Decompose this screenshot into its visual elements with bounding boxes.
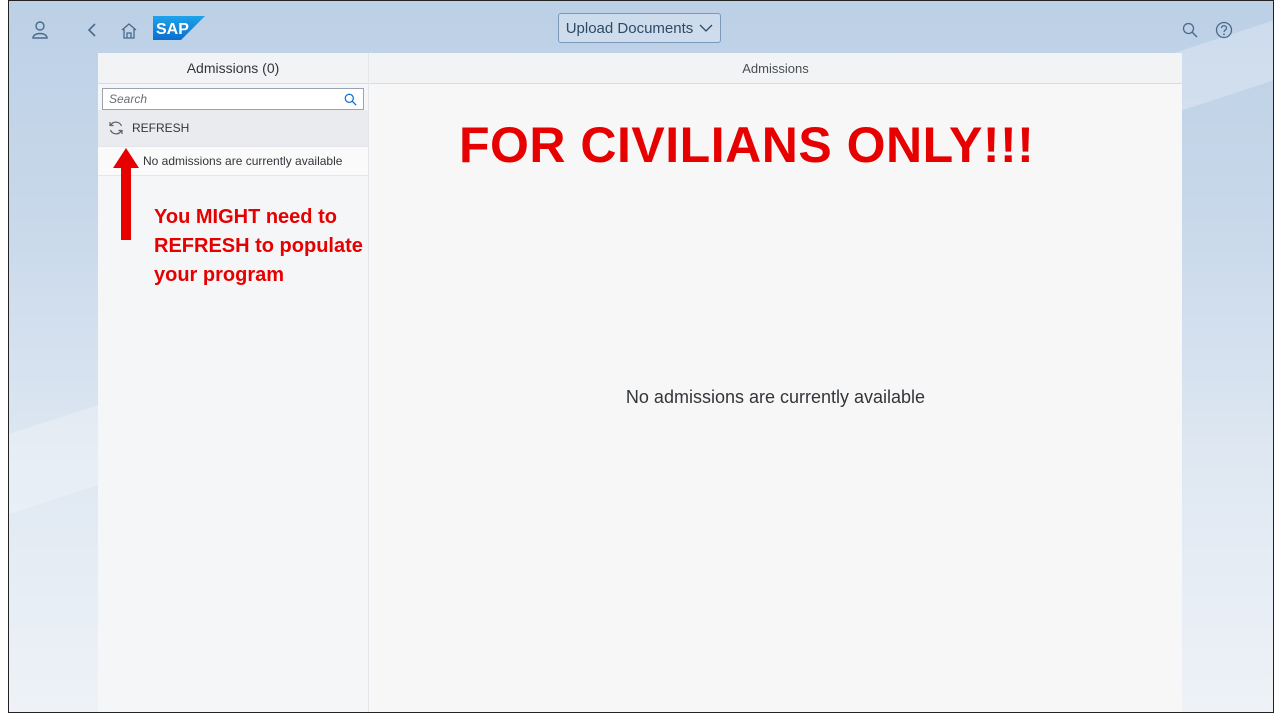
slide-frame: SAP Upload Documents Admissions (0) REFR…	[8, 0, 1274, 713]
app-title-menu-button[interactable]: Upload Documents	[558, 13, 721, 43]
refresh-hint-annotation: You MIGHT need to REFRESH to populate yo…	[154, 206, 363, 286]
refresh-icon	[109, 121, 123, 135]
home-icon[interactable]	[118, 19, 140, 41]
help-icon[interactable]	[1213, 19, 1235, 41]
master-title: Admissions (0)	[186, 60, 280, 76]
arrow-up-icon	[113, 148, 139, 240]
shell-bar: SAP Upload Documents	[9, 1, 1273, 57]
sap-logo[interactable]: SAP	[153, 16, 205, 40]
sap-logo-text: SAP	[156, 21, 189, 38]
search-input[interactable]	[109, 92, 344, 106]
back-icon[interactable]	[81, 19, 103, 41]
search-field[interactable]	[102, 88, 364, 110]
chevron-down-icon	[699, 24, 713, 32]
detail-empty-message: No admissions are currently available	[625, 387, 926, 407]
user-icon[interactable]	[29, 19, 51, 41]
civilians-only-banner: FOR CIVILIANS ONLY!!!	[459, 117, 1035, 173]
master-header: Admissions (0)	[98, 53, 368, 84]
app-title: Upload Documents	[565, 19, 694, 37]
search-icon[interactable]	[1179, 19, 1201, 41]
detail-header: Admissions	[369, 53, 1182, 84]
search-icon[interactable]	[344, 93, 357, 106]
master-empty-text: No admissions are currently available	[143, 154, 343, 168]
detail-title: Admissions	[742, 60, 809, 76]
refresh-label: REFRESH	[132, 121, 190, 135]
refresh-button[interactable]: REFRESH	[98, 110, 368, 147]
